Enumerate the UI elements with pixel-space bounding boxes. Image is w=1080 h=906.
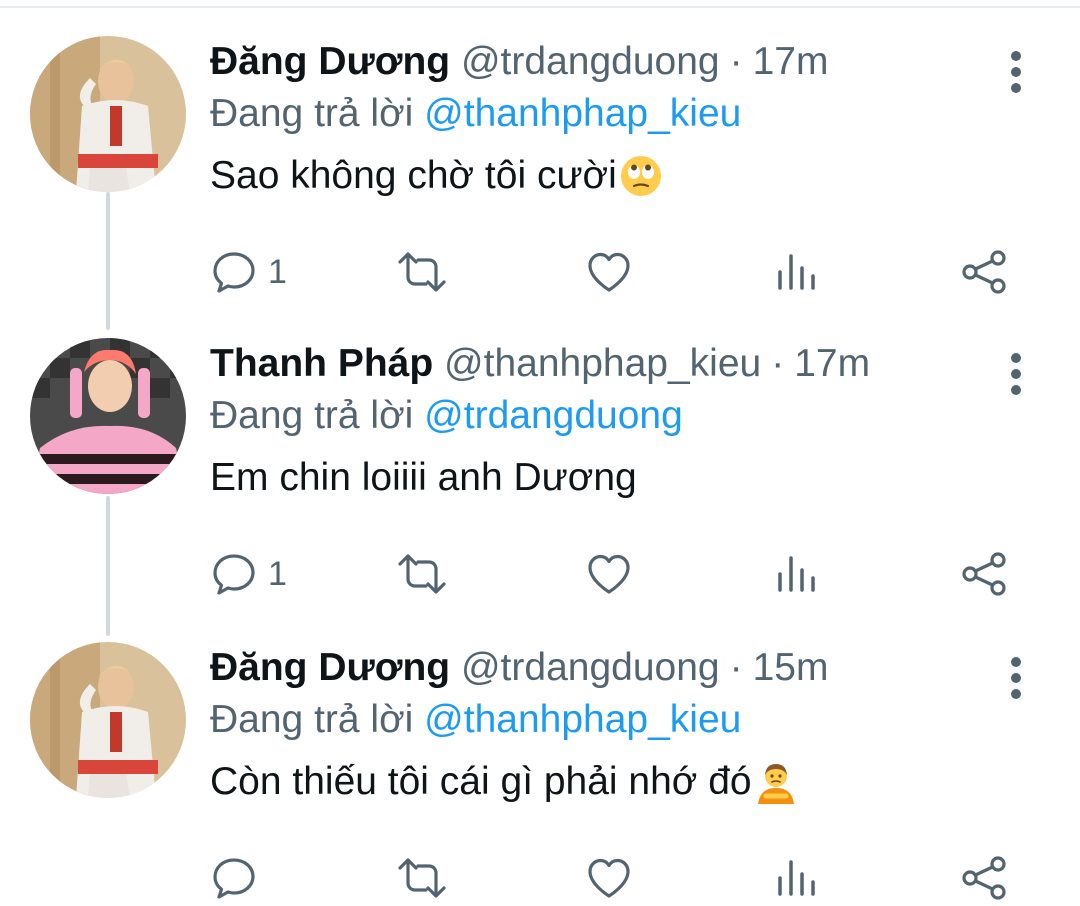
avatar[interactable]: [30, 338, 186, 494]
mention-link[interactable]: @thanhphap_kieu: [424, 698, 741, 741]
separator: ·: [729, 646, 743, 689]
like-icon: [588, 554, 630, 594]
more-vertical-icon[interactable]: [998, 652, 1034, 712]
tweet[interactable]: Đăng Dương @trdangduong · 15m Đang trả lời…: [0, 642, 1080, 900]
person-pouting-icon: [757, 764, 794, 804]
reply-button[interactable]: 1: [210, 244, 287, 300]
replying-prefix: Đang trả lời: [210, 698, 425, 741]
like-button[interactable]: [585, 546, 643, 602]
replying-prefix: Đang trả lời: [210, 92, 425, 135]
retweet-icon: [398, 554, 446, 594]
reply-icon: [213, 252, 255, 293]
analytics-button[interactable]: [775, 546, 819, 602]
top-divider: [0, 6, 1080, 8]
like-icon: [588, 252, 630, 292]
display-name[interactable]: Đăng Dương: [210, 40, 450, 83]
user-handle[interactable]: @trdangduong: [461, 40, 720, 83]
user-handle[interactable]: @thanhphap_kieu: [444, 342, 761, 385]
like-button[interactable]: [585, 850, 643, 906]
mention-link[interactable]: @thanhphap_kieu: [424, 92, 741, 135]
retweet-button[interactable]: [396, 546, 458, 602]
replying-prefix: Đang trả lời: [210, 394, 425, 437]
share-button[interactable]: [960, 244, 1010, 300]
tweet-text: Còn thiếu tôi cái gì phải nhớ đó: [210, 758, 798, 806]
analytics-icon: [778, 556, 815, 592]
tweet-header: Đăng Dương @trdangduong · 15m: [210, 644, 828, 692]
tweet-actions: [210, 850, 1020, 906]
analytics-button[interactable]: [775, 850, 819, 906]
avatar[interactable]: [30, 642, 186, 798]
display-name[interactable]: Thanh Pháp: [210, 342, 433, 385]
reply-count: 1: [268, 554, 287, 593]
display-name[interactable]: Đăng Dương: [210, 646, 450, 689]
mention-link[interactable]: @trdangduong: [424, 394, 683, 437]
separator: ·: [771, 342, 785, 385]
tweet-text: Sao không chờ tôi cười: [210, 152, 663, 200]
share-button[interactable]: [960, 850, 1010, 906]
more-vertical-icon[interactable]: [998, 348, 1034, 408]
timestamp[interactable]: 17m: [794, 342, 870, 385]
tweet-header: Đăng Dương @trdangduong · 17m: [210, 38, 828, 86]
tweet-actions: 1: [210, 244, 1020, 300]
separator: ·: [729, 40, 743, 83]
tweet-text-body: Sao không chờ tôi cười: [210, 154, 617, 197]
replying-to: Đang trả lời @thanhphap_kieu: [210, 696, 741, 744]
retweet-icon: [398, 252, 446, 292]
avatar[interactable]: [30, 36, 186, 192]
reply-icon: [213, 554, 255, 595]
share-icon: [962, 250, 1006, 294]
timestamp[interactable]: 17m: [753, 40, 829, 83]
tweet[interactable]: Thanh Pháp @thanhphap_kieu · 17m Đang trả …: [0, 338, 1080, 608]
timestamp[interactable]: 15m: [753, 646, 829, 689]
user-handle[interactable]: @trdangduong: [461, 646, 720, 689]
reply-count: 1: [268, 252, 287, 291]
face-with-rolling-eyes-icon: [620, 156, 661, 196]
reply-button[interactable]: 1: [210, 546, 287, 602]
tweet-text: Em chin loiiii anh Dương: [210, 454, 637, 502]
share-button[interactable]: [960, 546, 1010, 602]
tweet-header: Thanh Pháp @thanhphap_kieu · 17m: [210, 340, 870, 388]
retweet-button[interactable]: [396, 244, 458, 300]
tweet-text-body: Em chin loiiii anh Dương: [210, 456, 637, 499]
tweet[interactable]: Đăng Dương @trdangduong · 17m Đang trả lời…: [0, 36, 1080, 306]
analytics-icon: [778, 254, 815, 290]
more-vertical-icon[interactable]: [998, 46, 1034, 106]
tweet-text-body: Còn thiếu tôi cái gì phải nhớ đó: [210, 760, 752, 803]
reply-button[interactable]: [210, 850, 268, 906]
retweet-button[interactable]: [396, 850, 458, 906]
replying-to: Đang trả lời @trdangduong: [210, 392, 683, 440]
tweet-actions: 1: [210, 546, 1020, 602]
like-button[interactable]: [585, 244, 643, 300]
share-icon: [962, 552, 1006, 596]
replying-to: Đang trả lời @thanhphap_kieu: [210, 90, 741, 138]
analytics-button[interactable]: [775, 244, 819, 300]
